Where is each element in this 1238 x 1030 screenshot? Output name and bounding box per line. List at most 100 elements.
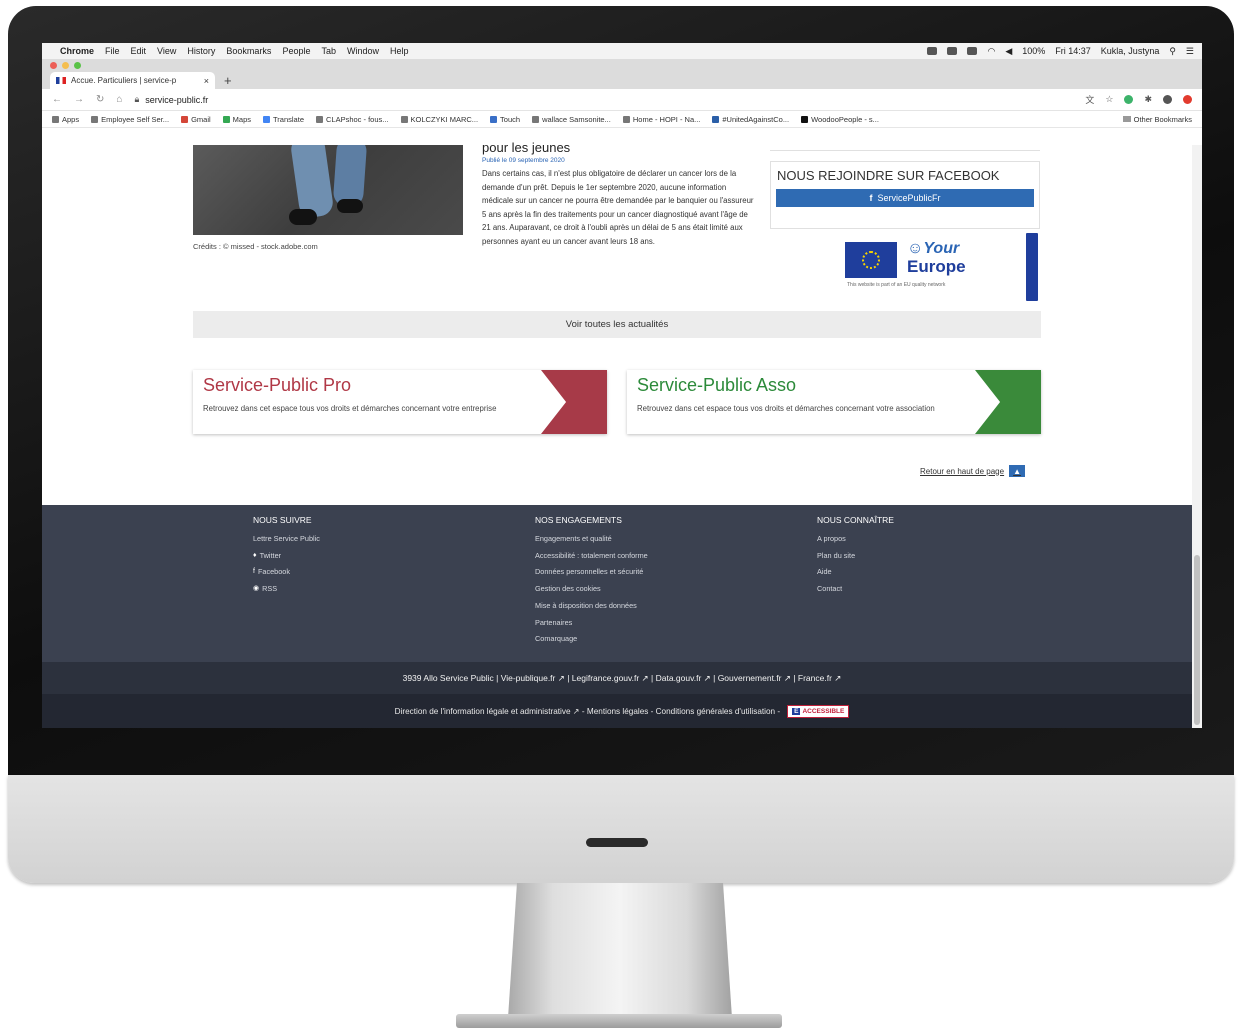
bookmark-item[interactable]: Employee Self Ser... xyxy=(91,115,169,124)
notification-center-icon[interactable]: ☰ xyxy=(1186,46,1194,57)
article-title[interactable]: pour les jeunes xyxy=(482,141,757,155)
menu-window[interactable]: Window xyxy=(347,46,379,56)
bookmark-item[interactable]: CLAPshoc - fous... xyxy=(316,115,389,124)
pro-card-desc: Retrouvez dans cet espace tous vos droit… xyxy=(203,404,497,413)
minimize-window-icon[interactable] xyxy=(62,62,69,69)
browser-tab-active[interactable]: Accue. Particuliers | service-p × xyxy=(50,72,215,89)
forward-arrow-icon[interactable]: → xyxy=(74,94,84,105)
asso-card-title: Service-Public Asso xyxy=(637,375,797,395)
footer-link[interactable]: Engagements et qualité xyxy=(535,531,648,548)
footer-link[interactable]: Aide xyxy=(817,564,894,581)
footer-link[interactable]: ♦ Twitter xyxy=(253,548,320,565)
extension-green-icon[interactable] xyxy=(1124,95,1134,104)
facebook-icon: f xyxy=(253,568,255,576)
menu-tab[interactable]: Tab xyxy=(321,46,336,56)
favicon-flag-icon xyxy=(56,77,66,84)
bookmark-item[interactable]: Home - HOPI - Na... xyxy=(622,115,700,124)
footer-link[interactable]: Comarquage xyxy=(535,631,648,648)
back-to-top-link[interactable]: Retour en haut de page ▲ xyxy=(920,465,1026,477)
back-arrow-icon[interactable]: ← xyxy=(52,94,62,105)
other-bookmarks[interactable]: Other Bookmarks xyxy=(1122,115,1192,124)
news-article: pour les jeunes Publié le 09 septembre 2… xyxy=(482,141,757,249)
footer-legal-links[interactable]: Direction de l'information légale et adm… xyxy=(395,706,780,716)
tray-display-icon[interactable] xyxy=(947,47,958,55)
bookmark-favicon-icon xyxy=(490,115,498,123)
facebook-box: NOUS REJOINDRE SUR FACEBOOK f ServicePub… xyxy=(770,161,1040,229)
battery-percent[interactable]: 100% xyxy=(1022,46,1045,56)
bookmark-item[interactable]: Translate xyxy=(263,115,304,124)
footer-link[interactable]: ◉ RSS xyxy=(253,581,320,598)
facebook-heading: NOUS REJOINDRE SUR FACEBOOK xyxy=(777,168,1000,183)
menu-history[interactable]: History xyxy=(187,46,215,56)
see-all-news-button[interactable]: Voir toutes les actualités xyxy=(193,311,1041,338)
bookmark-item[interactable]: Gmail xyxy=(181,115,211,124)
menu-edit[interactable]: Edit xyxy=(131,46,147,56)
wifi-icon[interactable]: ◠ xyxy=(987,46,995,57)
bookmark-item[interactable]: #UnitedAgainstCo... xyxy=(712,115,789,124)
zoom-window-icon[interactable] xyxy=(74,62,81,69)
asso-card-desc: Retrouvez dans cet espace tous vos droit… xyxy=(637,404,935,413)
extension-red-icon[interactable] xyxy=(1183,95,1192,104)
spotlight-search-icon[interactable]: ⚲ xyxy=(1169,46,1176,57)
reload-icon[interactable]: ↻ xyxy=(96,94,104,105)
footer-heading: NOS ENGAGEMENTS xyxy=(535,515,622,525)
footer-link[interactable]: Accessibilité : totalement conforme xyxy=(535,548,648,565)
menu-bookmarks[interactable]: Bookmarks xyxy=(226,46,271,56)
menubar-user[interactable]: Kukla, Justyna xyxy=(1101,46,1160,56)
footer-link[interactable]: f Facebook xyxy=(253,564,320,581)
close-window-icon[interactable] xyxy=(50,62,57,69)
tray-sync-icon[interactable] xyxy=(967,47,978,55)
page-scrollbar[interactable] xyxy=(1192,145,1202,728)
bookmark-item[interactable]: Maps xyxy=(222,115,251,124)
pro-card-title: Service-Public Pro xyxy=(203,375,352,395)
pro-chevron-icon xyxy=(541,370,607,434)
translate-icon[interactable]: 文 xyxy=(1085,93,1094,106)
menu-app-name[interactable]: Chrome xyxy=(60,46,94,56)
footer-col-commitments: NOS ENGAGEMENTS Engagements et qualité A… xyxy=(535,515,648,648)
menubar-clock[interactable]: Fri 14:37 xyxy=(1055,46,1091,56)
your-europe-line1: ☺Your xyxy=(907,240,960,257)
tab-close-icon[interactable]: × xyxy=(204,76,209,86)
bookmark-item[interactable]: Apps xyxy=(52,115,79,124)
footer-link[interactable]: Lettre Service Public xyxy=(253,531,320,548)
bookmark-item[interactable]: KOLCZYKI MARC... xyxy=(400,115,478,124)
menu-file[interactable]: File xyxy=(105,46,120,56)
your-europe-badge[interactable]: ☺Your Europe This website is part of an … xyxy=(845,240,975,288)
extensions-puzzle-icon[interactable]: ✱ xyxy=(1144,94,1152,105)
apps-grid-icon xyxy=(52,115,59,123)
tray-status-icon[interactable] xyxy=(927,47,938,55)
service-public-pro-card[interactable]: Service-Public Pro Retrouvez dans cet es… xyxy=(193,370,607,434)
footer-link[interactable]: Plan du site xyxy=(817,548,894,565)
bookmark-favicon-icon xyxy=(316,115,323,123)
bookmark-star-icon[interactable]: ☆ xyxy=(1105,94,1113,105)
bookmark-item[interactable]: Touch xyxy=(490,115,520,124)
footer-link[interactable]: A propos xyxy=(817,531,894,548)
back-to-top-label: Retour en haut de page xyxy=(920,466,1005,476)
new-tab-plus-icon[interactable]: + xyxy=(224,73,232,88)
footer-link[interactable]: Contact xyxy=(817,581,894,598)
footer-partner-links[interactable]: 3939 Allo Service Public | Vie-publique.… xyxy=(42,662,1202,694)
home-icon[interactable]: ⌂ xyxy=(116,94,122,105)
your-europe-line2: Europe xyxy=(907,257,966,276)
url-field[interactable]: service-public.fr xyxy=(145,95,208,105)
scrollbar-thumb[interactable] xyxy=(1194,555,1200,725)
monitor-chin xyxy=(8,775,1234,883)
footer-link[interactable]: Gestion des cookies xyxy=(535,581,648,598)
footer-link[interactable]: Données personnelles et sécurité xyxy=(535,564,648,581)
bookmark-item[interactable]: wallace Samsonite... xyxy=(532,115,611,124)
bookmark-item[interactable]: WoodooPeople - s... xyxy=(801,115,879,124)
menu-people[interactable]: People xyxy=(282,46,310,56)
volume-icon[interactable]: ◀ xyxy=(1005,46,1012,57)
side-tab-marker[interactable] xyxy=(1026,233,1038,301)
footer-link[interactable]: Partenaires xyxy=(535,615,648,632)
eu-flag-icon xyxy=(845,242,897,278)
tab-strip: Accue. Particuliers | service-p × + xyxy=(42,59,1202,89)
accessible-badge[interactable]: E ACCESSIBLE xyxy=(787,704,850,718)
monitor-stand xyxy=(508,883,732,1018)
menu-help[interactable]: Help xyxy=(390,46,409,56)
facebook-button[interactable]: f ServicePublicFr xyxy=(776,189,1034,207)
footer-link[interactable]: Mise à disposition des données xyxy=(535,598,648,615)
menu-view[interactable]: View xyxy=(157,46,176,56)
profile-avatar-icon[interactable] xyxy=(1163,95,1172,104)
service-public-asso-card[interactable]: Service-Public Asso Retrouvez dans cet e… xyxy=(627,370,1041,434)
